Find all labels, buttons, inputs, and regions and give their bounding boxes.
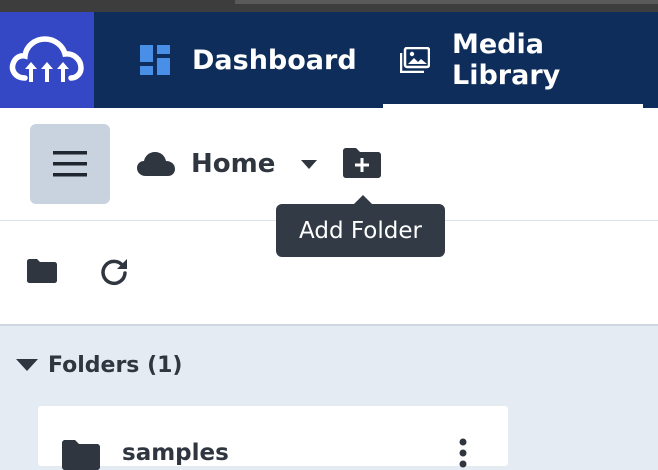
caret-down-icon <box>16 359 38 371</box>
cloud-icon <box>137 152 175 176</box>
window-top-strip <box>0 0 658 12</box>
dashboard-icon <box>140 45 170 75</box>
content-divider <box>0 324 658 326</box>
cloudinary-logo[interactable] <box>0 12 94 108</box>
folder-card[interactable]: samples <box>38 406 508 470</box>
refresh-icon <box>101 259 127 286</box>
nav-dashboard[interactable]: Dashboard <box>140 12 357 108</box>
caret-down-icon <box>301 159 318 169</box>
folder-name: samples <box>122 440 229 466</box>
nav-media-library-label: Media Library <box>452 29 561 91</box>
folder-icon <box>27 259 57 283</box>
add-folder-tooltip: Add Folder <box>276 195 445 257</box>
nav-media-library[interactable]: Media Library <box>400 12 658 108</box>
tooltip-text: Add Folder <box>299 217 422 244</box>
add-folder-button[interactable] <box>343 148 381 178</box>
menu-toggle-button[interactable] <box>30 124 110 204</box>
folder-view-button[interactable] <box>27 259 57 283</box>
home-dropdown[interactable]: Home <box>137 144 318 184</box>
folders-header-label: Folders (1) <box>48 352 183 378</box>
media-library-icon <box>400 47 430 73</box>
folders-section-toggle[interactable]: Folders (1) <box>16 348 182 382</box>
top-navbar: Dashboard Media Library <box>0 12 658 108</box>
nav-dashboard-label: Dashboard <box>192 44 357 76</box>
folder-plus-icon <box>343 148 381 178</box>
folder-icon <box>62 440 100 470</box>
more-options-icon[interactable] <box>458 438 468 468</box>
home-label: Home <box>191 149 276 179</box>
cloud-logo-icon <box>9 36 84 82</box>
refresh-button[interactable] <box>99 257 129 287</box>
hamburger-icon <box>53 151 87 177</box>
